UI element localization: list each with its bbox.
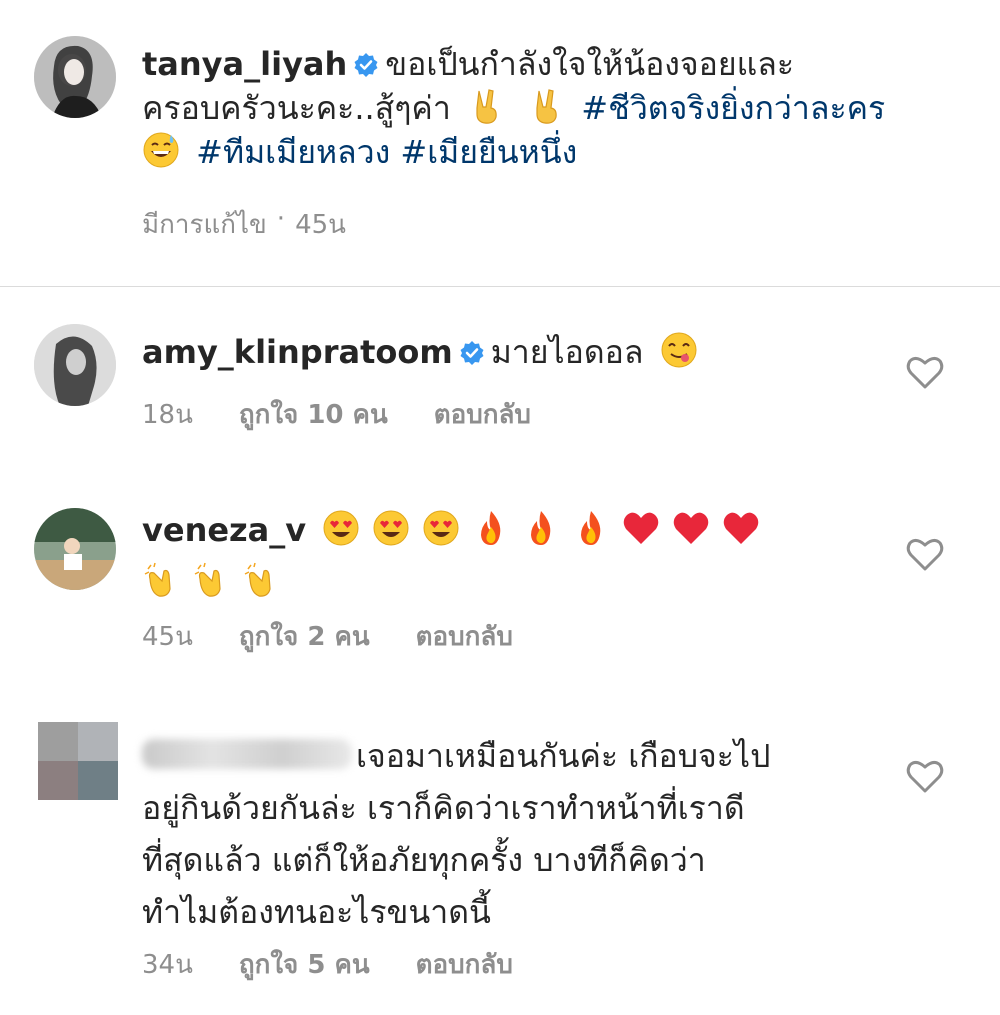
caption-text: tanya_liyah ขอเป็นกำลังใจให้น้องจอยและ คร… [142,42,920,174]
comment-likes[interactable]: ถูกใจ 2 คน [239,616,370,657]
comment-amy: amy_klinpratoom มายไอดอล [142,330,920,374]
comment-line-1: เจอมาเหมือนกันค่ะ เกือบจะไป [356,737,771,775]
avatar-pixelated[interactable] [38,722,118,800]
like-heart-icon[interactable] [906,536,944,572]
reply-button[interactable]: ตอบกลับ [434,394,531,435]
comment-username[interactable]: veneza_v [142,511,306,549]
caption-time[interactable]: 45น [295,204,346,245]
like-heart-icon[interactable] [906,758,944,794]
avatar-tanya[interactable] [34,36,116,118]
caption-line-2: ครอบครัวนะคะ..สู้ๆค่า [142,89,451,127]
comment-text: มายไอดอล [490,333,644,371]
clapping-hands-icon [144,562,171,597]
yum-face-icon [661,332,697,368]
like-heart-icon[interactable] [906,354,944,390]
comment-line-4: ทำไมต้องทนอะไรขนาดนี้ [142,893,491,931]
comment-line-3: ที่สุดแล้ว แต่ก็ให้อภัยทุกครั้ง บางทีก็ค… [142,841,706,879]
avatar-amy[interactable] [34,324,116,406]
comment-likes[interactable]: ถูกใจ 10 คน [239,394,388,435]
comment-time[interactable]: 34น [142,944,193,985]
heart-eyes-icon [323,510,359,546]
comment-veneza: veneza_v [142,504,920,608]
caption-line-1: ขอเป็นกำลังใจให้น้องจอยและ [385,45,795,83]
hashtag-link[interactable]: #เมียยืนหนึ่ง [400,133,577,171]
pixel-block [38,761,78,800]
clapping-hands-icon [194,562,221,597]
divider [0,286,1000,287]
fire-icon [531,511,551,545]
pixel-block [78,761,118,800]
blurred-username[interactable] [142,739,352,769]
comment-meta: 34น ถูกใจ 5 คน ตอบกลับ [142,944,513,985]
comment-meta: 18น ถูกใจ 10 คน ตอบกลับ [142,394,531,435]
pixel-block [78,722,118,761]
verified-badge-icon [354,53,378,77]
comment-hidden-user: เจอมาเหมือนกันค่ะ เกือบจะไป อยู่กินด้วยก… [142,730,920,938]
comment-time[interactable]: 18น [142,394,193,435]
clapping-hands-icon [244,562,271,597]
heart-eyes-icon [423,510,459,546]
heart-eyes-icon [373,510,409,546]
meta-separator: · [276,204,286,234]
grinning-sweat-icon [143,132,179,168]
red-heart-icon [724,512,759,544]
verified-badge-icon [460,341,484,365]
red-heart-icon [674,512,709,544]
fire-icon [581,511,601,545]
caption-meta: มีการแก้ไข · 45น [142,204,346,245]
comment-likes[interactable]: ถูกใจ 5 คน [239,944,370,985]
caption-username[interactable]: tanya_liyah [142,45,347,83]
comment-time[interactable]: 45น [142,616,193,657]
reply-button[interactable]: ตอบกลับ [416,944,513,985]
pixel-block [38,722,78,761]
victory-hand-icon [536,89,557,124]
comment-username[interactable]: amy_klinpratoom [142,333,453,371]
hashtag-link[interactable]: #ชีวิตจริงยิ่งกว่าละคร [581,89,885,127]
hashtag-link[interactable]: #ทีมเมียหลวง [196,133,390,171]
avatar-veneza[interactable] [34,508,116,590]
red-heart-icon [624,512,659,544]
fire-icon [481,511,501,545]
comment-line-2: อยู่กินด้วยกันล่ะ เราก็คิดว่าเราทำหน้าที… [142,789,745,827]
reply-button[interactable]: ตอบกลับ [416,616,513,657]
comment-meta: 45น ถูกใจ 2 คน ตอบกลับ [142,616,513,657]
victory-hand-icon [476,89,497,124]
edited-label: มีการแก้ไข [142,210,267,240]
